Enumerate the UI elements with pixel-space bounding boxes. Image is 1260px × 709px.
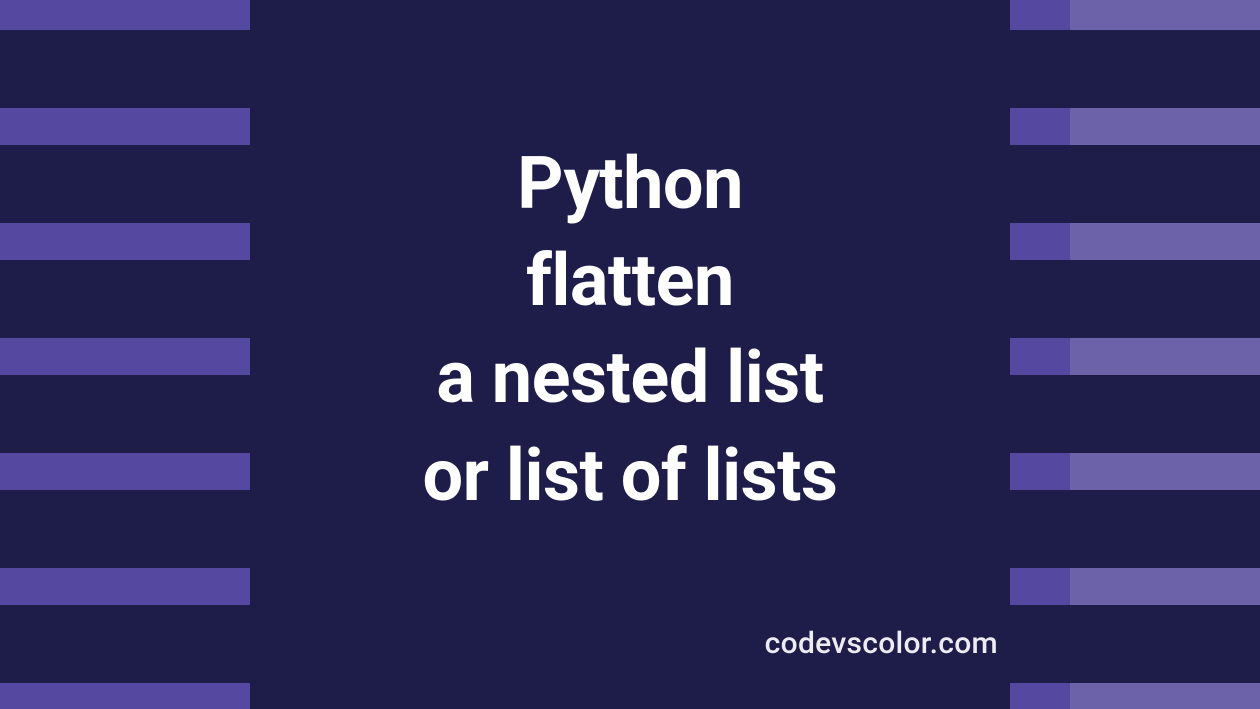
title-block: Python flatten a nested list or list of … [0, 135, 1260, 524]
title-line-3: a nested list [0, 329, 1260, 426]
decorative-bump-left [0, 605, 350, 683]
decorative-bump-left [0, 30, 350, 108]
watermark-text: codevscolor.com [765, 626, 998, 661]
title-line-2: flatten [0, 232, 1260, 329]
title-line-4: or list of lists [0, 427, 1260, 524]
title-line-1: Python [0, 135, 1260, 232]
decorative-bump-right [820, 30, 1260, 108]
